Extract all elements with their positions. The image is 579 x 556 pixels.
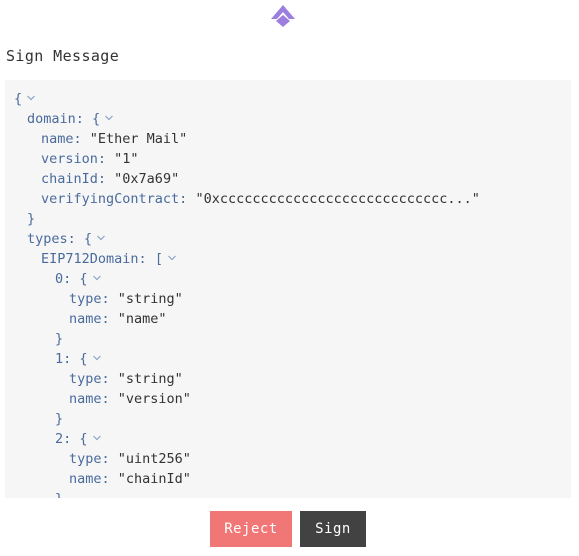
sign-button[interactable]: Sign <box>300 511 366 547</box>
json-close-line: } <box>27 211 36 227</box>
json-array-item-line: 0: { <box>5 269 571 289</box>
json-array-item-line: 2: { <box>5 429 571 449</box>
json-tree: { domain: { name: "Ether Mail" version: … <box>5 89 571 498</box>
json-field-line: name: "version" <box>69 391 191 407</box>
json-field-line: name: "chainId" <box>69 471 191 487</box>
json-eip712-line: EIP712Domain: [ <box>5 249 571 269</box>
chevron-down-icon[interactable] <box>92 273 102 283</box>
chevron-down-icon[interactable] <box>92 353 102 363</box>
chevron-down-icon[interactable] <box>96 233 106 243</box>
page-title: Sign Message <box>6 47 120 65</box>
json-types-line: types: { <box>5 229 571 249</box>
json-field-line: name: "name" <box>69 311 167 327</box>
json-field-line: name: "Ether Mail" <box>41 131 188 147</box>
json-array-item-line: 1: { <box>5 349 571 369</box>
chevron-down-icon[interactable] <box>104 113 114 123</box>
json-root-line: { <box>5 89 571 109</box>
json-domain-line: domain: { <box>5 109 571 129</box>
message-panel[interactable]: { domain: { name: "Ether Mail" version: … <box>5 80 571 498</box>
json-field-line: type: "uint256" <box>69 451 191 467</box>
diamond-logo-icon <box>271 5 295 27</box>
json-close-line: } <box>5 489 571 498</box>
json-field-line: chainId: "0x7a69" <box>41 171 180 187</box>
chevron-down-icon[interactable] <box>92 433 102 443</box>
json-close-line: } <box>55 411 64 427</box>
sign-message-page: Sign Message { domain: { name: "Ether Ma… <box>0 0 579 556</box>
chevron-down-icon[interactable] <box>167 253 177 263</box>
json-field-line: version: "1" <box>41 151 139 167</box>
json-close-line: } <box>55 331 64 347</box>
chevron-down-icon[interactable] <box>26 93 36 103</box>
reject-button[interactable]: Reject <box>210 511 292 547</box>
json-field-line: verifyingContract: "0xcccccccccccccccccc… <box>41 191 480 207</box>
json-field-line: type: "string" <box>69 371 183 387</box>
json-field-line: type: "string" <box>69 291 183 307</box>
